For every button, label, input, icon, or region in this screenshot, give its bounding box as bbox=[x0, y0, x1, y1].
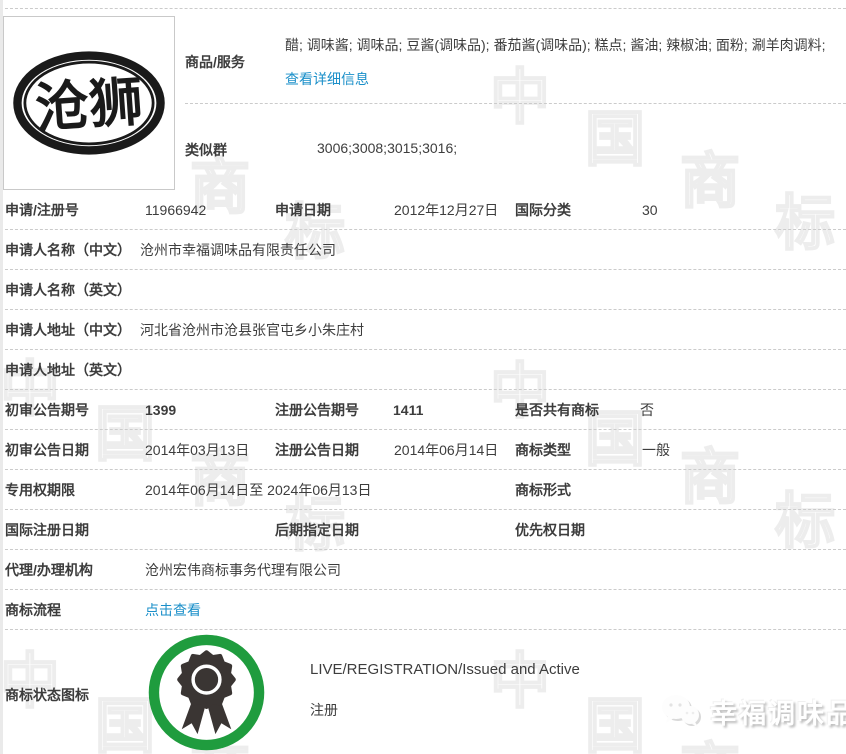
field-value: 30 bbox=[642, 201, 658, 218]
field-label: 注册公告日期 bbox=[275, 441, 359, 458]
table-row: 初审公告日期 2014年03月13日 注册公告日期 2014年06月14日 商标类型 一般 bbox=[0, 430, 846, 470]
table-row: 代理/办理机构 沧州宏伟商标事务代理有限公司 bbox=[0, 550, 846, 590]
field-label: 注册公告期号 bbox=[275, 401, 359, 418]
field-label: 申请日期 bbox=[275, 201, 331, 218]
field-value: 沧州宏伟商标事务代理有限公司 bbox=[145, 561, 341, 578]
field-label: 申请人地址（英文） bbox=[5, 361, 131, 378]
registration-status-badge-icon bbox=[148, 634, 265, 751]
goods-services-text: 醋; 调味酱; 调味品; 豆酱(调味品); 番茄酱(调味品); 糕点; 酱油; … bbox=[285, 28, 833, 96]
field-label: 商标类型 bbox=[515, 441, 571, 458]
page-left-edge bbox=[0, 0, 3, 754]
separator bbox=[185, 103, 846, 104]
table-row: 申请/注册号 11966942 申请日期 2012年12月27日 国际分类 30 bbox=[0, 190, 846, 230]
field-label: 国际分类 bbox=[515, 201, 571, 218]
trademark-detail-page: 中国商标中国商标中国商标中国商标中国商标中国商标 沧狮 商品/服务 醋; 调味酱… bbox=[0, 0, 846, 754]
field-label: 优先权日期 bbox=[515, 521, 585, 538]
field-label: 商标形式 bbox=[515, 481, 571, 498]
field-value: 否 bbox=[640, 401, 654, 418]
field-label: 申请人地址（中文） bbox=[5, 321, 131, 338]
svg-text:沧狮: 沧狮 bbox=[33, 72, 145, 139]
brand-watermark: 幸福调味品 bbox=[660, 692, 846, 731]
field-value: 2014年06月14日 bbox=[394, 441, 499, 458]
similar-group-label: 类似群 bbox=[185, 142, 227, 158]
wechat-icon bbox=[662, 694, 701, 727]
field-label: 申请人名称（英文） bbox=[5, 281, 131, 298]
status-live-text: LIVE/REGISTRATION/Issued and Active bbox=[310, 661, 580, 678]
field-label: 申请人名称（中文） bbox=[5, 241, 131, 258]
brand-watermark-text: 幸福调味品 bbox=[710, 699, 846, 729]
goods-services-label: 商品/服务 bbox=[185, 54, 245, 70]
trademark-flow-link[interactable]: 点击查看 bbox=[145, 600, 201, 620]
field-label: 是否共有商标 bbox=[515, 401, 599, 418]
field-label: 初审公告日期 bbox=[5, 441, 89, 458]
table-row: 申请人地址（英文） bbox=[0, 350, 846, 390]
field-label: 专用权期限 bbox=[5, 481, 75, 498]
field-value: 1399 bbox=[145, 401, 177, 418]
similar-group-value: 3006;3008;3015;3016; bbox=[317, 140, 458, 156]
field-value: 1411 bbox=[393, 401, 424, 418]
trademark-logo-box: 沧狮 bbox=[3, 16, 175, 190]
table-row: 商标流程 点击查看 bbox=[0, 590, 846, 630]
trademark-status-label: 商标状态图标 bbox=[5, 687, 89, 703]
table-row: 专用权期限 2014年06月14日至 2024年06月13日 商标形式 bbox=[0, 470, 846, 510]
table-row: 国际注册日期 后期指定日期 优先权日期 bbox=[0, 510, 846, 550]
top-separator bbox=[0, 8, 846, 9]
status-registered-text: 注册 bbox=[310, 702, 338, 718]
field-value: 2014年06月14日至 2024年06月13日 bbox=[145, 481, 372, 498]
table-row: 申请人名称（英文） bbox=[0, 270, 846, 310]
field-value: 2012年12月27日 bbox=[394, 201, 499, 218]
field-label: 申请/注册号 bbox=[5, 201, 79, 218]
table-row: 初审公告期号 1399 注册公告期号 1411 是否共有商标 否 bbox=[0, 390, 846, 430]
trademark-detail-table: 申请/注册号 11966942 申请日期 2012年12月27日 国际分类 30 申请人名称… bbox=[0, 190, 846, 630]
field-label: 后期指定日期 bbox=[275, 521, 359, 538]
goods-services-list: 醋; 调味酱; 调味品; 豆酱(调味品); 番茄酱(调味品); 糕点; 酱油; … bbox=[285, 37, 826, 53]
trademark-logo-image: 沧狮 bbox=[13, 51, 165, 155]
field-value: 2014年03月13日 bbox=[145, 441, 250, 458]
field-value: 河北省沧州市沧县张官屯乡小朱庄村 bbox=[140, 321, 364, 338]
table-row: 申请人地址（中文） 河北省沧州市沧县张官屯乡小朱庄村 bbox=[0, 310, 846, 350]
field-value: 一般 bbox=[642, 441, 670, 458]
field-label: 初审公告期号 bbox=[5, 401, 89, 418]
field-label: 商标流程 bbox=[5, 601, 61, 618]
field-label: 国际注册日期 bbox=[5, 521, 89, 538]
table-row: 申请人名称（中文） 沧州市幸福调味品有限责任公司 bbox=[0, 230, 846, 270]
field-value: 沧州市幸福调味品有限责任公司 bbox=[140, 241, 336, 258]
field-value: 11966942 bbox=[145, 201, 207, 218]
view-details-link[interactable]: 查看详细信息 bbox=[285, 71, 369, 87]
field-label: 代理/办理机构 bbox=[5, 561, 93, 578]
